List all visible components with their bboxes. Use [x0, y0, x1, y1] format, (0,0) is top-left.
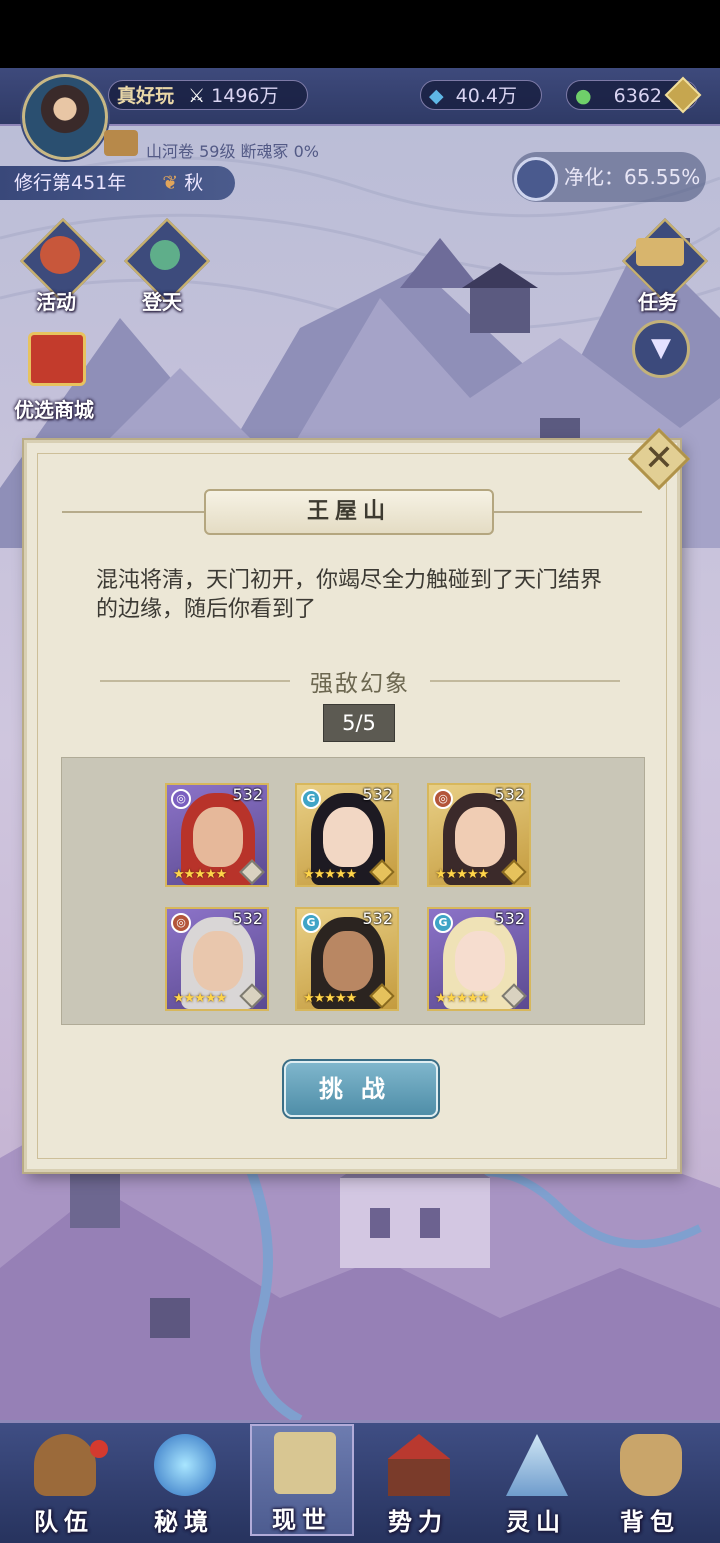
mountain-icon: [506, 1434, 568, 1496]
jade-value: 6362: [613, 85, 662, 107]
season-text: 秋: [184, 172, 204, 194]
chapter-info: 山河卷 59级 断魂冢 0%: [146, 142, 320, 161]
element-icon: G: [433, 913, 453, 933]
enemy-level: 532: [494, 785, 525, 804]
star-rating: ★★★★★: [435, 867, 489, 882]
purify-text: 净化：65.55%: [564, 165, 701, 189]
nav-team[interactable]: 队伍: [12, 1428, 116, 1536]
lantern-body: [40, 236, 80, 274]
nav-faction-label: 势力: [388, 1508, 448, 1536]
element-icon: ◎: [171, 913, 191, 933]
star-rating: ★★★★★: [303, 867, 357, 882]
portal-icon: [154, 1434, 216, 1496]
element-icon: G: [301, 789, 321, 809]
close-button[interactable]: ✕: [627, 427, 691, 491]
nav-bag[interactable]: 背包: [598, 1428, 702, 1536]
jade-icon: ●: [575, 85, 592, 107]
enemy-face: [455, 931, 505, 991]
nav-faction[interactable]: 势力: [366, 1428, 470, 1536]
enemy-card[interactable]: G 532 ★★★★★: [427, 907, 531, 1011]
power-value: 1496万: [211, 85, 279, 107]
dialog-description: 混沌将清，天门初开，你竭尽全力触碰到了天门结界的边缘，随后你看到了: [96, 568, 603, 622]
enemy-face: [455, 807, 505, 867]
quest-label: 任务: [638, 290, 678, 314]
enemy-level: 532: [362, 785, 393, 804]
enemy-card[interactable]: G 532 ★★★★★: [295, 783, 399, 887]
enemy-card[interactable]: ◎ 532 ★★★★★: [165, 907, 269, 1011]
close-icon: ✕: [643, 438, 675, 479]
player-info-pill[interactable]: 真好玩 ⚔ 1496万: [108, 80, 308, 110]
power-icon: ⚔: [188, 85, 206, 107]
ascend-button[interactable]: 登天: [122, 217, 211, 318]
enemy-face: [193, 807, 243, 867]
enemy-face: [323, 931, 373, 991]
nav-spirit-label: 灵山: [506, 1508, 566, 1536]
element-icon: G: [301, 913, 321, 933]
enemy-face: [193, 931, 243, 991]
nav-team-label: 队伍: [34, 1508, 94, 1536]
quest-button[interactable]: 任务: [620, 217, 709, 318]
quest-scroll: [636, 238, 684, 266]
star-rating: ★★★★★: [303, 991, 357, 1006]
player-name: 真好玩: [117, 85, 175, 107]
hat-icon: [34, 1434, 96, 1496]
notification-dot: [90, 1440, 108, 1458]
star-rating: ★★★★★: [173, 991, 227, 1006]
collapse-menu-icon[interactable]: ▼: [632, 320, 690, 378]
gift-box-icon: [28, 332, 86, 386]
enemy-level: 532: [494, 909, 525, 928]
enemy-level: 532: [232, 785, 263, 804]
bag-icon: [620, 1434, 682, 1496]
crystal-value: 40.4万: [455, 85, 517, 107]
crystal-icon: ◆: [429, 85, 444, 107]
enemy-counter: 5/5: [323, 704, 395, 742]
nav-secret[interactable]: 秘境: [132, 1428, 236, 1536]
crystal-pill[interactable]: ◆ 40.4万: [420, 80, 542, 110]
nav-secret-label: 秘境: [154, 1508, 214, 1536]
shop-label: 优选商城: [14, 398, 94, 422]
player-avatar[interactable]: [22, 74, 108, 160]
title-divider-left: [62, 511, 206, 513]
enemy-card[interactable]: G 532 ★★★★★: [295, 907, 399, 1011]
enemy-level: 532: [362, 909, 393, 928]
maple-leaf-icon: ❦: [162, 172, 179, 194]
scroll-icon[interactable]: [104, 130, 138, 156]
star-rating: ★★★★★: [173, 867, 227, 882]
enemy-level: 532: [232, 909, 263, 928]
star-rating: ★★★★★: [435, 991, 489, 1006]
challenge-button[interactable]: 挑战: [284, 1061, 438, 1117]
nav-world[interactable]: 现世: [250, 1424, 354, 1536]
nav-world-label: 现世: [272, 1506, 332, 1534]
dialog-title: 王屋山: [204, 489, 494, 535]
year-text: 修行第451年: [14, 172, 127, 194]
element-icon: ◎: [171, 789, 191, 809]
purify-indicator[interactable]: 净化：65.55%: [512, 152, 706, 202]
activity-button[interactable]: 活动: [18, 217, 107, 318]
shop-button[interactable]: 优选商城: [14, 332, 114, 428]
section-title: 强敌幻象: [310, 671, 410, 697]
title-divider-right: [494, 511, 642, 513]
status-bar: [0, 0, 720, 68]
nav-spirit[interactable]: 灵山: [484, 1428, 588, 1536]
year-bar: 修行第451年 ❦ 秋: [0, 166, 235, 200]
enemy-face: [323, 807, 373, 867]
map-scroll-icon: [274, 1432, 336, 1494]
palace-icon: [388, 1434, 450, 1496]
enemy-card[interactable]: ◎ 532 ★★★★★: [165, 783, 269, 887]
element-icon: ◎: [433, 789, 453, 809]
nav-bag-label: 背包: [620, 1508, 680, 1536]
purify-icon: [514, 156, 558, 201]
enemy-card[interactable]: ◎ 532 ★★★★★: [427, 783, 531, 887]
jade-orb: [150, 240, 180, 270]
ascend-label: 登天: [142, 290, 182, 314]
activity-label: 活动: [36, 290, 76, 314]
